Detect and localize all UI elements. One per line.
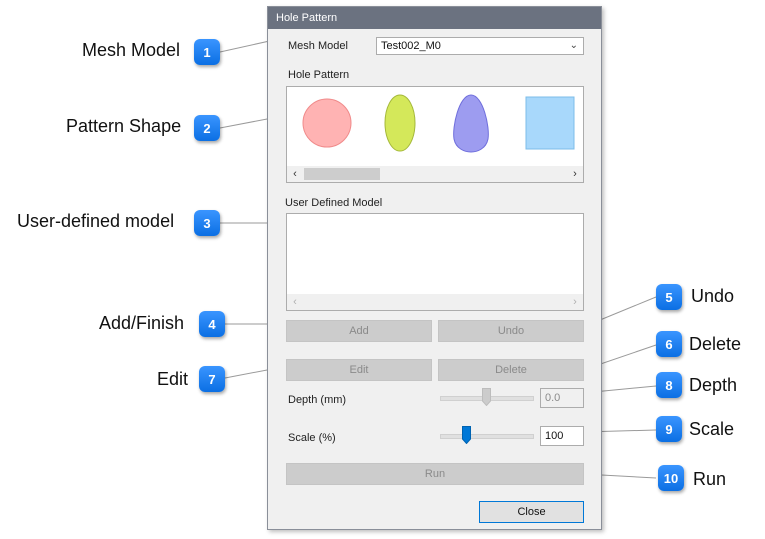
depth-label: Depth (mm) (288, 394, 347, 406)
callout-label-user-defined-model: User-defined model (17, 211, 175, 231)
dialog-title: Hole Pattern (276, 12, 338, 24)
scrollbar-thumb[interactable] (304, 168, 380, 180)
chevron-down-icon: ⌄ (569, 40, 578, 51)
callout-badge-7: 7 (199, 366, 225, 392)
scale-slider-track[interactable] (440, 434, 534, 439)
callout-label-depth: Depth (689, 375, 738, 395)
callout-badge-8: 8 (656, 372, 682, 398)
edit-button[interactable]: Edit (286, 359, 432, 381)
callout-badge-1: 1 (194, 39, 220, 65)
pattern-horizontal-scrollbar[interactable]: ‹ › (287, 166, 583, 182)
callout-label-edit: Edit (157, 369, 189, 389)
callout-label-undo: Undo (691, 286, 735, 306)
pattern-circle[interactable] (302, 98, 352, 148)
callout-badge-3: 3 (194, 210, 220, 236)
scroll-right-icon[interactable]: › (568, 166, 582, 182)
run-button[interactable]: Run (286, 463, 584, 485)
pattern-egg[interactable] (453, 94, 489, 153)
depth-slider-thumb[interactable] (482, 388, 491, 406)
callout-badge-2: 2 (194, 115, 220, 141)
user-defined-horizontal-scrollbar[interactable]: ‹ › (287, 294, 583, 310)
add-button[interactable]: Add (286, 320, 432, 342)
pattern-square[interactable] (525, 96, 575, 150)
hole-pattern-dialog: Hole Pattern Mesh Model Test002_M0 ⌄ Hol… (267, 6, 602, 530)
callout-badge-10: 10 (658, 465, 684, 491)
callout-badge-9: 9 (656, 416, 682, 442)
mesh-model-value: Test002_M0 (381, 40, 441, 52)
callout-label-delete: Delete (689, 334, 742, 354)
dialog-titlebar[interactable]: Hole Pattern (268, 7, 601, 29)
undo-button[interactable]: Undo (438, 320, 584, 342)
user-defined-model-list[interactable]: ‹ › (286, 213, 584, 311)
scale-input[interactable]: 100 (540, 426, 584, 446)
pattern-ellipse[interactable] (384, 94, 416, 152)
scroll-left-icon[interactable]: ‹ (288, 294, 302, 310)
pattern-shapes-canvas (302, 94, 575, 153)
callout-label-pattern-shape: Pattern Shape (66, 116, 182, 136)
callout-label-mesh-model: Mesh Model (82, 40, 181, 60)
scroll-left-icon[interactable]: ‹ (288, 166, 302, 182)
scroll-right-icon[interactable]: › (568, 294, 582, 310)
callout-badge-5: 5 (656, 284, 682, 310)
callout-badge-6: 6 (656, 331, 682, 357)
scale-slider-thumb[interactable] (462, 426, 471, 444)
scale-label: Scale (%) (288, 432, 336, 444)
user-defined-model-label: User Defined Model (285, 197, 383, 209)
hole-pattern-label: Hole Pattern (288, 69, 350, 81)
delete-button[interactable]: Delete (438, 359, 584, 381)
pattern-shape-list: ‹ › (286, 86, 584, 183)
close-button[interactable]: Close (479, 501, 584, 523)
callout-label-add-finish: Add/Finish (99, 313, 185, 333)
callout-label-run: Run (693, 469, 727, 489)
depth-input[interactable]: 0.0 (540, 388, 584, 408)
mesh-model-select[interactable]: Test002_M0 ⌄ (376, 37, 584, 55)
mesh-model-label: Mesh Model (288, 40, 348, 52)
callout-badge-4: 4 (199, 311, 225, 337)
callout-label-scale: Scale (689, 419, 735, 439)
